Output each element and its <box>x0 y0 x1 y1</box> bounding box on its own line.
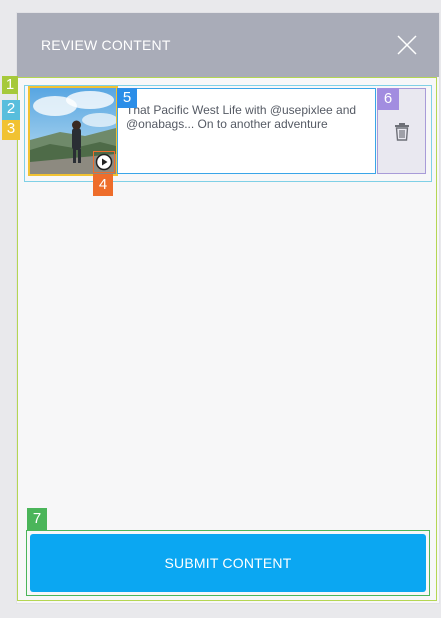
annotation-tag-2: 2 <box>2 100 20 120</box>
close-button[interactable] <box>395 33 419 57</box>
submit-content-button[interactable]: SUBMIT CONTENT <box>30 534 426 592</box>
close-icon <box>397 35 417 55</box>
annotation-tag-3: 3 <box>2 120 20 140</box>
caption-text: That Pacific West Life with @usepixlee a… <box>126 103 357 131</box>
play-icon <box>95 153 113 171</box>
annotation-tag-4: 4 <box>93 174 113 196</box>
annotation-tag-1: 1 <box>2 76 18 94</box>
modal-title: REVIEW CONTENT <box>41 37 171 53</box>
caption-text-field[interactable]: That Pacific West Life with @usepixlee a… <box>117 88 376 174</box>
trash-icon <box>395 123 409 141</box>
annotation-tag-5: 5 <box>117 88 137 108</box>
annotation-tag-6: 6 <box>377 88 399 110</box>
modal-header: REVIEW CONTENT <box>17 13 439 77</box>
play-button[interactable] <box>94 152 114 172</box>
annotation-tag-7: 7 <box>27 508 47 530</box>
